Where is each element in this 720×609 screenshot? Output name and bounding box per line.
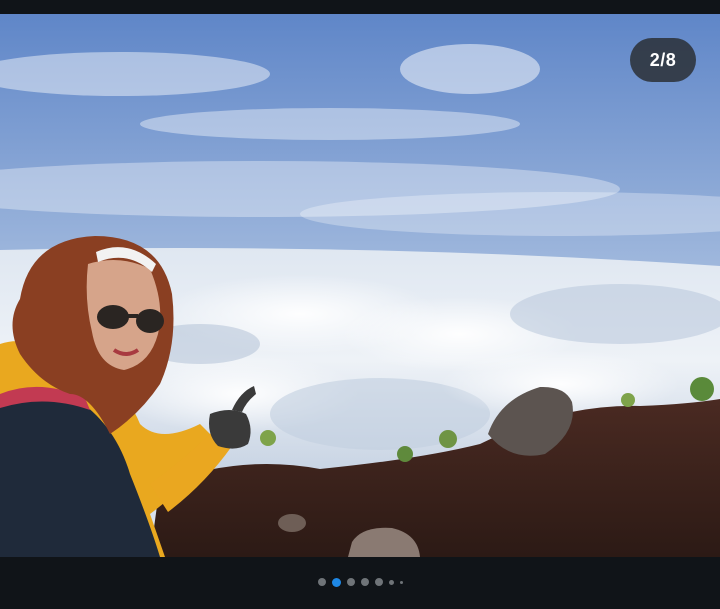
- pagination-dot[interactable]: [388, 579, 394, 585]
- image-counter-text: 2/8: [649, 49, 677, 70]
- image-counter: 2/8: [630, 38, 696, 82]
- photo[interactable]: [0, 14, 720, 557]
- pagination-dots[interactable]: [0, 576, 720, 588]
- image-viewer[interactable]: 2/8: [0, 14, 720, 557]
- pagination-dot[interactable]: [374, 578, 383, 586]
- pagination-dot[interactable]: [399, 580, 403, 584]
- pagination-dot[interactable]: [317, 578, 326, 586]
- pagination-dot[interactable]: [346, 578, 355, 586]
- pagination-dot[interactable]: [360, 578, 369, 586]
- top-bar: [0, 0, 720, 14]
- pagination-dot-active[interactable]: [331, 577, 341, 587]
